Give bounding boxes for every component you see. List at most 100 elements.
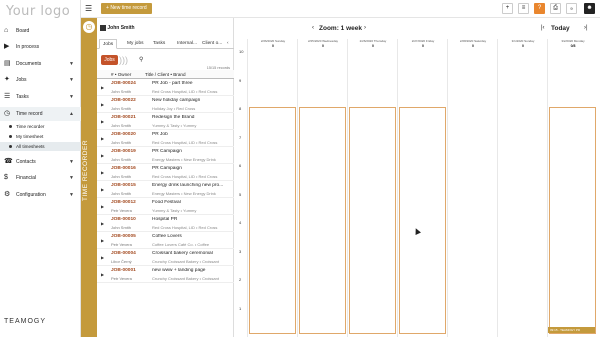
working-hours-block[interactable] xyxy=(249,107,296,334)
job-id[interactable]: JOB-00010 xyxy=(111,217,136,222)
table-row[interactable]: ▶ JOB-00019 John Smith PR Campaign Energy Ma… xyxy=(97,147,234,164)
day-date: 2/28/2020 Saturday xyxy=(459,39,487,43)
help-icon[interactable]: ? xyxy=(534,3,545,14)
job-id[interactable]: JOB-00004 xyxy=(111,251,136,256)
sidebar-item-contacts[interactable]: ☎ Contacts ▼ xyxy=(0,155,81,169)
table-row[interactable]: ▶ JOB-00005 Petr Vevera Coffee Lovers Coffee… xyxy=(97,232,234,249)
time-entry-tag[interactable]: 09:15 - TEAMOGY PR xyxy=(548,327,595,333)
table-row[interactable]: ▶ JOB-00020 John Smith PR Job Red Cross Hosp… xyxy=(97,130,234,147)
job-id[interactable]: JOB-00021 xyxy=(111,115,136,120)
job-id[interactable]: JOB-00012 xyxy=(111,200,136,205)
table-row[interactable]: ▶ JOB-00010 John Smith Hospital PR Red Cross… xyxy=(97,215,234,232)
job-id[interactable]: JOB-00016 xyxy=(111,166,136,171)
expand-icon[interactable]: ▶ xyxy=(101,255,104,260)
table-row[interactable]: ▶ JOB-00001 Petr Vevera new www + landing p… xyxy=(97,266,234,283)
working-hours-block[interactable] xyxy=(549,107,596,334)
expand-icon[interactable]: ▶ xyxy=(101,272,104,277)
sidebar-item-board[interactable]: ⌂ Board xyxy=(0,24,81,38)
avatar[interactable]: ☻ xyxy=(584,3,595,14)
first-icon[interactable]: |‹ xyxy=(541,25,545,31)
add-icon[interactable]: + xyxy=(502,3,513,14)
day-column[interactable]: 2/25/2020 Wednesday 0 xyxy=(297,39,347,337)
tab-tasks[interactable]: Tasks xyxy=(153,39,165,49)
sidebar-item-in-process[interactable]: ▶ In process xyxy=(0,40,81,54)
job-client: Crunchy Croissant Bakery • Croissant xyxy=(152,259,219,264)
expand-icon[interactable]: ▶ xyxy=(101,153,104,158)
tab-jobs[interactable]: Jobs xyxy=(99,39,118,49)
expand-icon[interactable]: ▶ xyxy=(101,221,104,226)
expand-icon[interactable]: ▶ xyxy=(101,187,104,192)
jobs-filter-button[interactable]: Jobs xyxy=(101,55,118,65)
hour-label: 8 xyxy=(239,106,242,111)
prev-icon[interactable]: ‹ xyxy=(312,25,314,31)
col-owner[interactable]: # • Owner xyxy=(111,70,131,79)
next-icon[interactable]: › xyxy=(364,25,366,31)
bullet-icon xyxy=(9,145,12,148)
sidebar-item-label: Contacts xyxy=(16,159,36,165)
tab-my-jobs[interactable]: My jobs xyxy=(127,39,144,49)
day-column[interactable]: 2/26/2020 Sunday 0 xyxy=(247,39,297,337)
working-hours-block[interactable] xyxy=(299,107,346,334)
expand-icon[interactable]: ▶ xyxy=(101,119,104,124)
search-icon[interactable]: ⚲ xyxy=(139,55,143,65)
col-title[interactable]: Title / Client • Brand xyxy=(145,70,186,79)
sidebar-item-tasks[interactable]: ☰ Tasks ▼ xyxy=(0,90,81,104)
time-recorder-label: TIME RECORDER xyxy=(82,139,89,201)
expand-icon[interactable]: ▶ xyxy=(101,85,104,90)
job-id[interactable]: JOB-00022 xyxy=(111,98,136,103)
document-icon: ▤ xyxy=(4,60,11,67)
job-id[interactable]: JOB-00020 xyxy=(111,132,136,137)
sidebar-item-time-record[interactable]: ◷ Time record ▲ xyxy=(0,107,81,121)
job-id[interactable]: JOB-00024 xyxy=(111,81,136,86)
tab-client[interactable]: Client o... xyxy=(202,39,222,49)
table-row[interactable]: ▶ JOB-00021 John Smith Redesign the Brand Yu… xyxy=(97,113,234,130)
table-row[interactable]: ▶ JOB-00016 John Smith PR Campaign Red Cross… xyxy=(97,164,234,181)
chevron-down-icon: ▼ xyxy=(69,175,74,181)
day-column[interactable]: 3/2/2020 Monday 0/8 xyxy=(547,39,597,337)
list-icon[interactable]: ≡ xyxy=(518,3,529,14)
table-row[interactable]: ▶ JOB-00024 John Smith PR Job - part three R… xyxy=(97,79,234,96)
expand-icon[interactable]: ▶ xyxy=(101,170,104,175)
job-id[interactable]: JOB-00005 xyxy=(111,234,136,239)
expand-icon[interactable]: ▶ xyxy=(101,136,104,141)
day-column[interactable]: 2/27/2020 Friday 0 xyxy=(397,39,447,337)
sidebar-item-label: Time record xyxy=(16,111,43,117)
working-hours-block[interactable] xyxy=(349,107,396,334)
job-owner: Libor Černý xyxy=(111,259,132,264)
print-icon[interactable]: ⎙ xyxy=(550,3,561,14)
day-date: 2/27/2020 Friday xyxy=(411,39,435,43)
sidebar-item-configuration[interactable]: ⚙ Configuration ▼ xyxy=(0,188,81,202)
day-column[interactable]: 3/1/2020 Sunday 0 xyxy=(497,39,547,337)
sidebar-subitem-my-timesheet[interactable]: My timesheet xyxy=(0,132,81,141)
today-button[interactable]: Today xyxy=(551,25,570,32)
footer-logo: TEAMOGY xyxy=(4,318,47,325)
expand-icon[interactable]: ▶ xyxy=(101,102,104,107)
app-logo[interactable]: Your logo xyxy=(6,4,70,19)
expand-icon[interactable]: ▶ xyxy=(101,204,104,209)
chevron-left-icon[interactable]: ‹ xyxy=(227,39,229,49)
sidebar-item-financial[interactable]: $ Financial ▼ xyxy=(0,171,81,185)
tab-internal[interactable]: Internal... xyxy=(177,39,197,49)
day-column[interactable]: 2/28/2020 Saturday 0 xyxy=(447,39,497,337)
sidebar-item-documents[interactable]: ▤ Documents ▼ xyxy=(0,57,81,71)
table-row[interactable]: ▶ JOB-00012 Petr Vevera Food Festival Yummy … xyxy=(97,198,234,215)
expand-icon[interactable]: ▶ xyxy=(101,238,104,243)
table-row[interactable]: ▶ JOB-00022 John Smith New holiday campaign… xyxy=(97,96,234,113)
job-id[interactable]: JOB-00019 xyxy=(111,149,136,154)
sidebar-item-jobs[interactable]: ✦ Jobs ▼ xyxy=(0,73,81,87)
job-id[interactable]: JOB-00015 xyxy=(111,183,136,188)
day-column[interactable]: 2/26/2020 Thursday 0 xyxy=(347,39,397,337)
table-row[interactable]: ▶ JOB-00004 Libor Černý Croissant bakery ce… xyxy=(97,249,234,266)
zoom-label[interactable]: Zoom: 1 week xyxy=(319,25,362,32)
table-row[interactable]: ▶ JOB-00015 John Smith Energy drink launchi… xyxy=(97,181,234,198)
sidebar-subitem-all-timesheets[interactable]: All timesheets xyxy=(0,142,81,151)
sidebar-subitem-time-recorder[interactable]: Time recorder xyxy=(0,122,81,131)
time-recorder-strip[interactable]: ◷ TIME RECORDER xyxy=(81,18,97,337)
bell-icon[interactable]: 9 xyxy=(566,3,577,14)
last-icon[interactable]: ›| xyxy=(584,25,588,31)
job-id[interactable]: JOB-00001 xyxy=(111,268,136,273)
working-hours-block[interactable] xyxy=(399,107,446,334)
new-time-record-button[interactable]: + New time record xyxy=(101,3,152,14)
notification-count: 9 xyxy=(570,6,573,11)
menu-icon[interactable]: ☰ xyxy=(85,5,92,13)
